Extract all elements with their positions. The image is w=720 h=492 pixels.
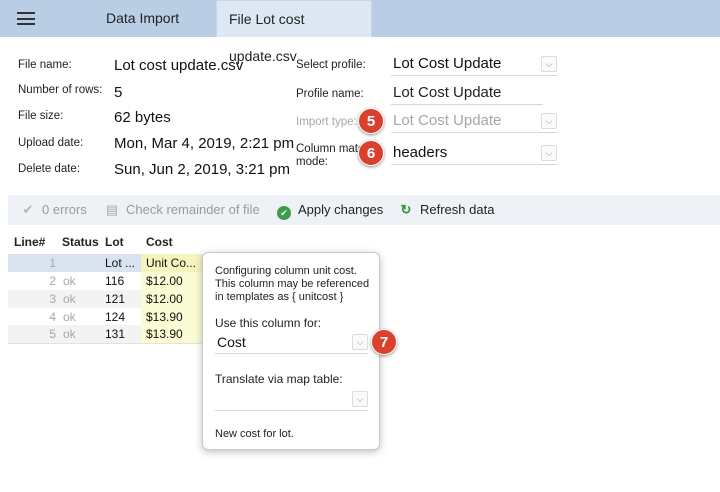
refresh-icon: ↻ bbox=[400, 202, 412, 217]
file-name-value: Lot cost update.csv bbox=[114, 57, 244, 74]
chevron-down-icon: ⌵ bbox=[541, 56, 557, 72]
cost-cell[interactable]: $12.00 bbox=[141, 272, 202, 290]
column-match-value: headers bbox=[393, 144, 448, 161]
tab-file[interactable]: File Lot cost update.csv bbox=[216, 0, 372, 64]
column-header-status[interactable]: Status bbox=[62, 235, 99, 249]
step-badge-6: 6 bbox=[358, 140, 384, 166]
table-row[interactable]: 2 ok 116 $12.00 bbox=[8, 272, 202, 290]
import-type-value: Lot Cost Update bbox=[393, 112, 502, 129]
size-label: File size: bbox=[18, 110, 64, 122]
rows-value: 5 bbox=[114, 84, 123, 101]
table-row[interactable]: 3 ok 121 $12.00 bbox=[8, 290, 202, 308]
translate-label: Translate via map table: bbox=[215, 372, 343, 386]
use-column-select[interactable]: Cost ⌵ bbox=[215, 332, 368, 354]
delete-label: Delete date: bbox=[18, 163, 81, 175]
document-icon: ▤ bbox=[105, 202, 119, 217]
delete-value: Sun, Jun 2, 2019, 3:21 pm bbox=[114, 161, 290, 178]
use-column-value: Cost bbox=[217, 334, 246, 350]
top-bar: Data Import File Lot cost update.csv bbox=[0, 0, 720, 64]
translate-map-select[interactable]: ⌵ bbox=[215, 389, 368, 411]
popup-note: New cost for lot. bbox=[215, 428, 294, 440]
table-row[interactable]: 5 ok 131 $13.90 bbox=[8, 325, 202, 343]
tab-data-import[interactable]: Data Import bbox=[94, 0, 214, 37]
check-remainder-button[interactable]: ▤ Check remainder of file bbox=[104, 195, 260, 225]
upload-label: Upload date: bbox=[18, 137, 84, 149]
select-profile-label: Select profile: bbox=[296, 59, 366, 71]
column-config-popup: Configuring column unit cost. This colum… bbox=[202, 252, 380, 450]
import-type-select: Lot Cost Update ⌵ bbox=[391, 111, 557, 133]
upload-value: Mon, Mar 4, 2019, 2:21 pm bbox=[114, 135, 295, 152]
table-row[interactable]: 1 Lot ... Unit Co... bbox=[8, 254, 202, 272]
cost-cell[interactable]: $13.90 bbox=[141, 308, 202, 326]
chevron-down-icon: ⌵ bbox=[352, 334, 368, 350]
chevron-down-icon: ⌵ bbox=[541, 113, 557, 129]
apply-check-icon: ✔ bbox=[277, 206, 291, 220]
profile-name-input[interactable]: Lot Cost Update bbox=[391, 83, 543, 105]
chevron-down-icon: ⌵ bbox=[352, 391, 368, 407]
table-row[interactable]: 4 ok 124 $13.90 bbox=[8, 308, 202, 326]
step-badge-5: 5 bbox=[358, 108, 384, 134]
table-bottom-divider bbox=[8, 343, 202, 344]
column-header-line[interactable]: Line# bbox=[14, 235, 45, 249]
refresh-data-button[interactable]: ↻ Refresh data bbox=[398, 195, 495, 225]
profile-name-label: Profile name: bbox=[296, 88, 364, 100]
cost-cell[interactable]: $12.00 bbox=[141, 290, 202, 308]
column-header-cost[interactable]: Cost bbox=[146, 235, 173, 249]
cost-cell[interactable]: Unit Co... bbox=[141, 254, 202, 272]
chevron-down-icon: ⌵ bbox=[541, 145, 557, 161]
use-column-label: Use this column for: bbox=[215, 316, 322, 330]
profile-select[interactable]: Lot Cost Update ⌵ bbox=[391, 54, 557, 76]
import-type-label: Import type: bbox=[296, 116, 357, 128]
column-header-lot[interactable]: Lot bbox=[105, 235, 124, 249]
profile-select-value: Lot Cost Update bbox=[393, 55, 502, 72]
cost-cell[interactable]: $13.90 bbox=[141, 325, 202, 343]
errors-button[interactable]: ✔ 0 errors bbox=[20, 195, 87, 225]
action-toolbar: ✔ 0 errors ▤ Check remainder of file ✔ Appl… bbox=[8, 195, 720, 225]
apply-changes-button[interactable]: ✔ Apply changes bbox=[276, 195, 383, 225]
check-icon: ✔ bbox=[22, 202, 34, 217]
size-value: 62 bytes bbox=[114, 109, 171, 126]
step-badge-7: 7 bbox=[371, 329, 397, 355]
hamburger-menu-icon[interactable] bbox=[17, 12, 35, 25]
file-name-label: File name: bbox=[18, 59, 72, 71]
popup-description: Configuring column unit cost. This colum… bbox=[215, 265, 370, 303]
column-match-select[interactable]: headers ⌵ bbox=[391, 143, 557, 165]
rows-label: Number of rows: bbox=[18, 84, 103, 96]
